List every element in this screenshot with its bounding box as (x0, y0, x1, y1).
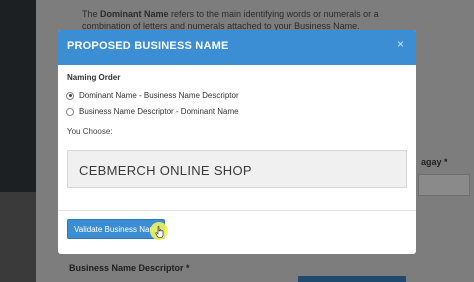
background-blue-block (298, 276, 406, 282)
background-field-label: agay * (421, 157, 448, 167)
radio-button-unchecked[interactable] (66, 107, 74, 116)
background-field-input (418, 174, 470, 196)
left-nav-bar (0, 0, 36, 192)
chosen-name-value: CEBMERCH ONLINE SHOP (79, 163, 252, 178)
radio-option-label: Dominant Name - Business Name Descriptor (79, 91, 239, 100)
business-name-descriptor-label: Business Name Descriptor * (69, 263, 190, 273)
hand-cursor-icon (155, 226, 164, 238)
close-icon[interactable]: × (397, 37, 404, 51)
radio-button-checked[interactable] (66, 91, 74, 100)
naming-order-option-descriptor-first[interactable]: Business Name Descriptor - Dominant Name (66, 107, 239, 116)
proposed-business-name-modal: PROPOSED BUSINESS NAME × Naming Order Do… (58, 30, 416, 254)
you-choose-label: You Choose: (67, 127, 113, 136)
chosen-name-display: CEBMERCH ONLINE SHOP (67, 150, 407, 188)
left-nav-lower (0, 192, 36, 282)
modal-footer-divider (58, 210, 416, 211)
modal-header: PROPOSED BUSINESS NAME × (58, 30, 416, 65)
dominant-name-help-text: The Dominant Name refers to the main ide… (82, 9, 379, 31)
naming-order-label: Naming Order (67, 73, 121, 82)
naming-order-option-dominant-first[interactable]: Dominant Name - Business Name Descriptor (66, 91, 239, 100)
validate-button-label: Validate Business Name (74, 225, 161, 234)
radio-option-label: Business Name Descriptor - Dominant Name (79, 107, 239, 116)
click-instruction-callout: Click here to proceed with the check (172, 227, 381, 241)
modal-title: PROPOSED BUSINESS NAME (67, 40, 229, 52)
